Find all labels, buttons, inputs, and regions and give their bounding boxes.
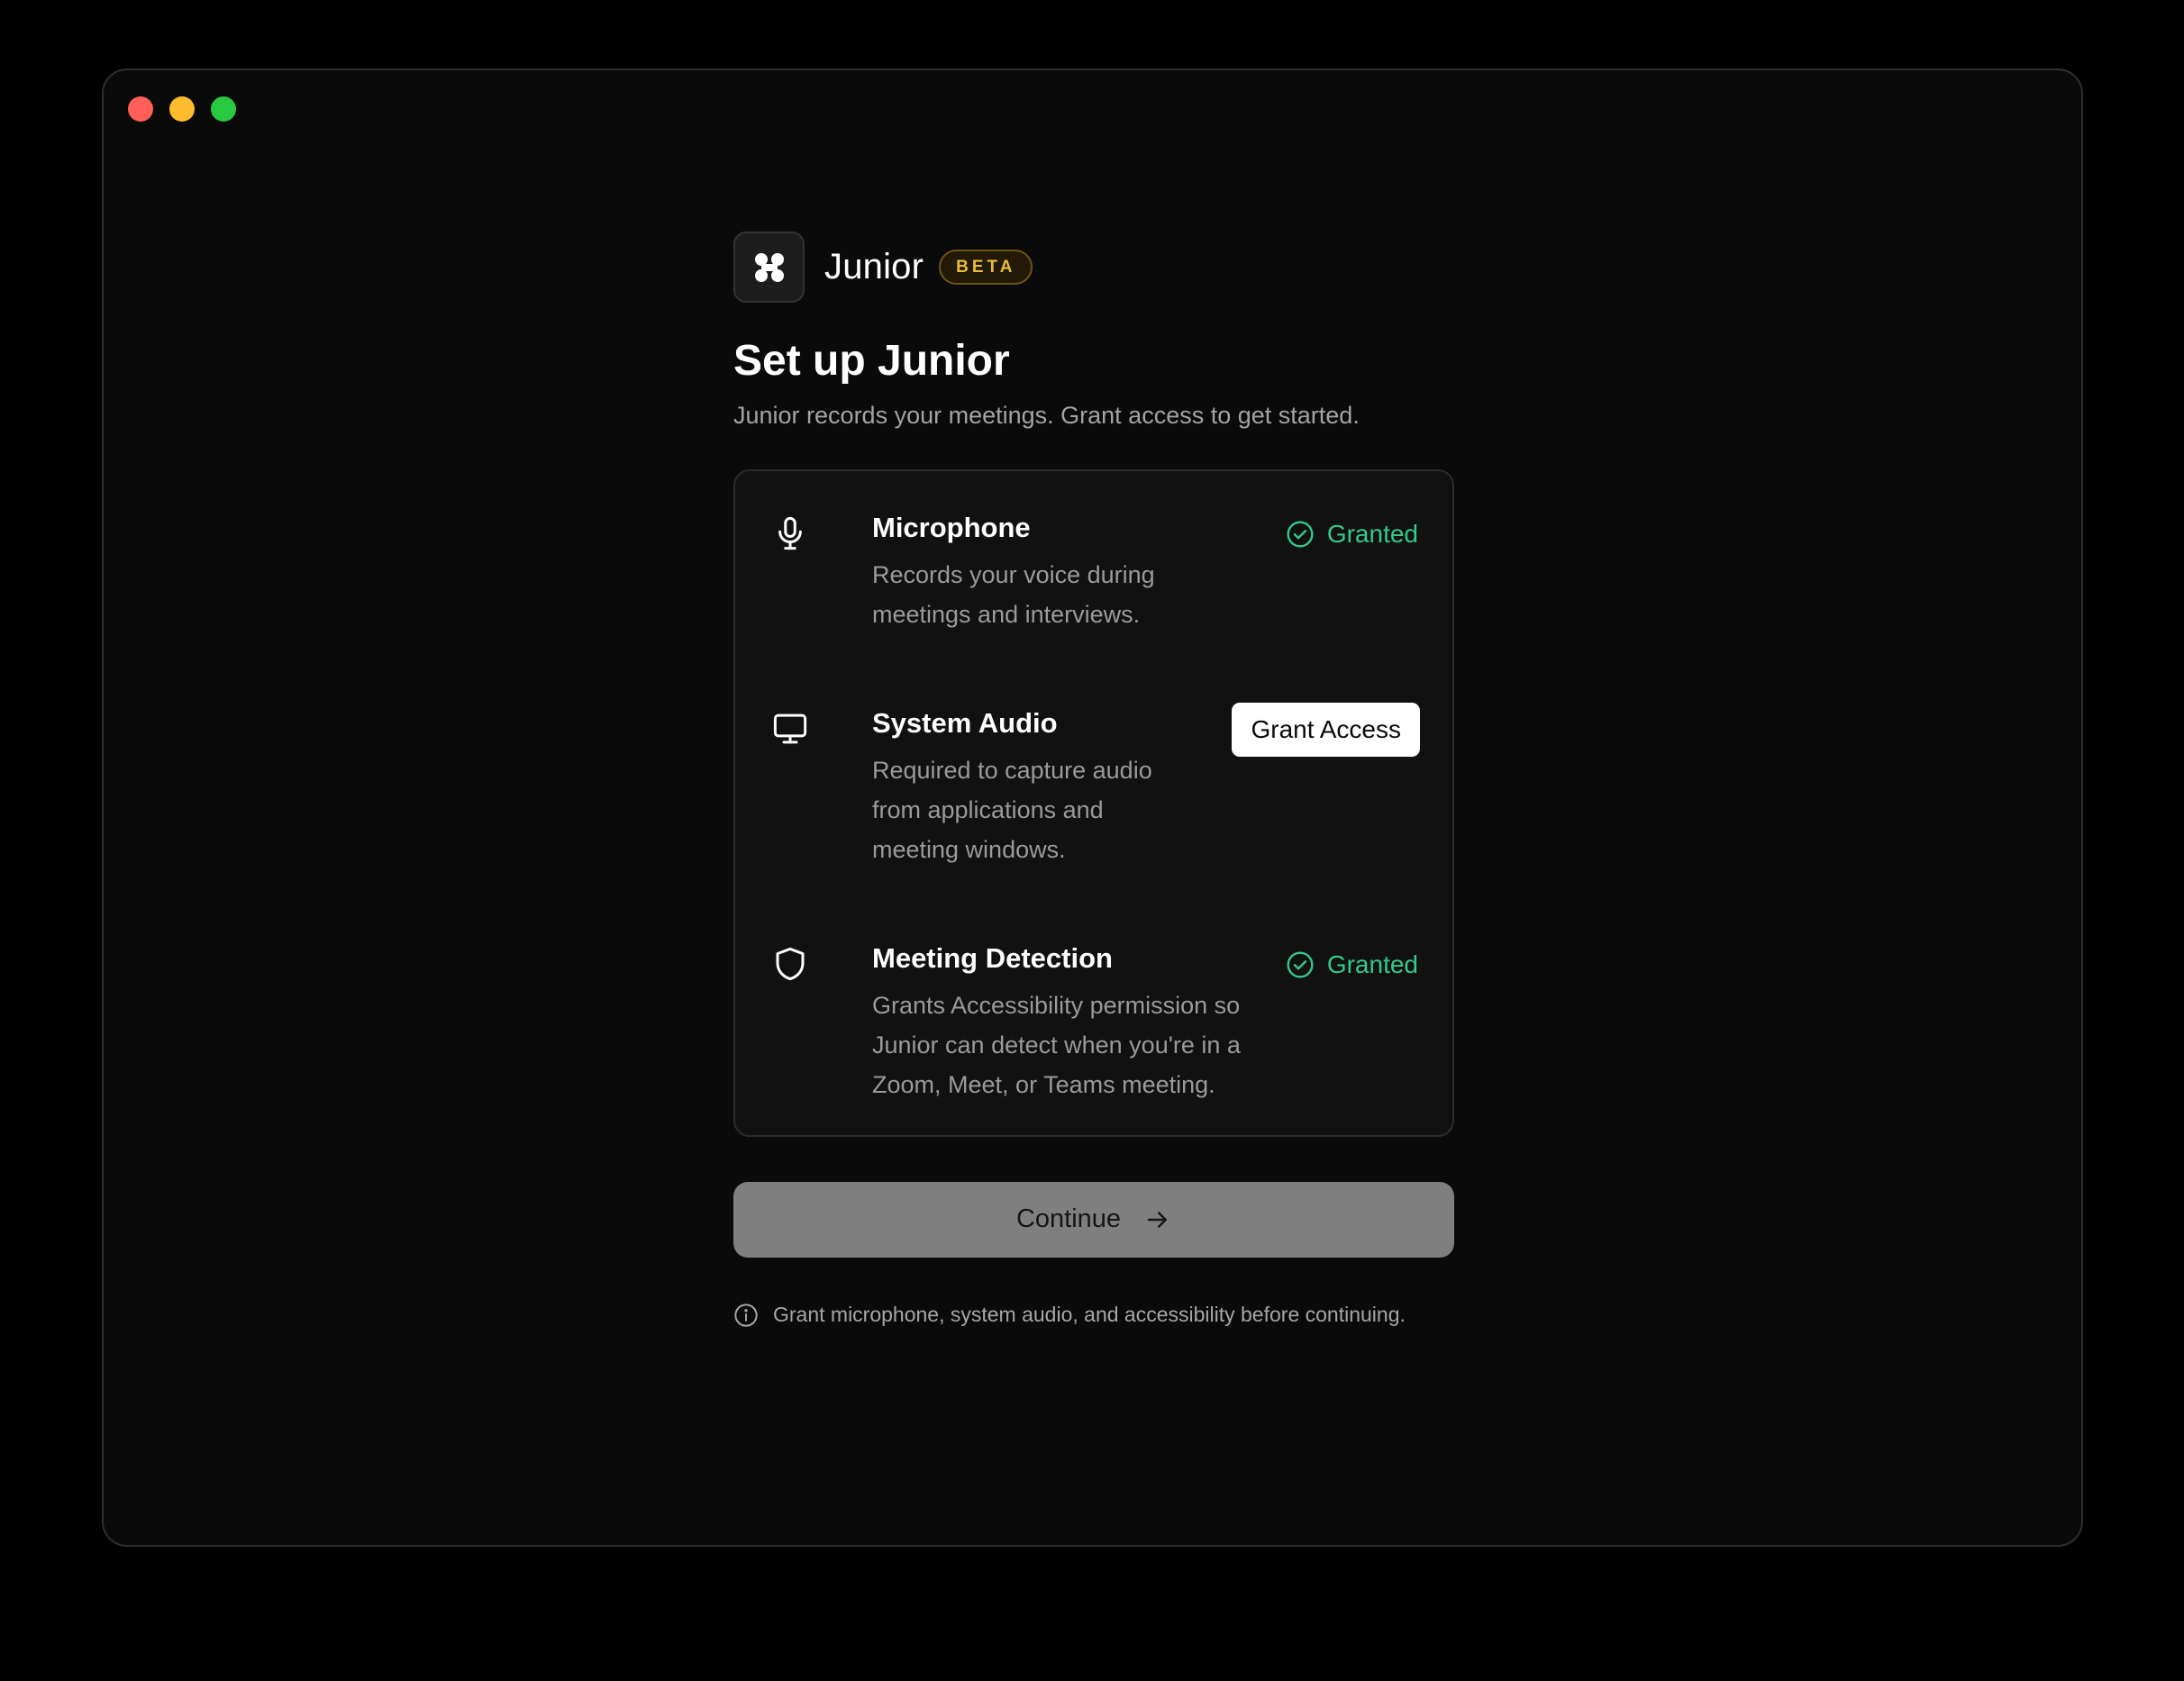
granted-status: Granted	[1286, 520, 1418, 549]
grant-access-button[interactable]: Grant Access	[1232, 703, 1420, 758]
app-name: Junior	[824, 247, 924, 286]
permission-meeting-detection: Meeting Detection Grants Accessibility p…	[771, 941, 1418, 1104]
continue-hint: Grant microphone, system audio, and acce…	[733, 1303, 1454, 1328]
app-window: Junior BETA Set up Junior Junior records…	[102, 68, 2083, 1547]
monitor-icon	[771, 710, 809, 748]
page-title: Set up Junior	[733, 337, 1010, 385]
permissions-card: Microphone Records your voice during mee…	[733, 469, 1454, 1137]
permission-system-audio: System Audio Required to capture audio f…	[771, 703, 1420, 869]
setup-panel: Junior BETA Set up Junior Junior records…	[733, 231, 1454, 1328]
permission-title: System Audio	[872, 707, 1058, 740]
check-circle-icon	[1287, 951, 1314, 978]
window-controls	[128, 96, 236, 122]
permission-description: Grants Accessibility permission so Junio…	[872, 991, 1241, 1098]
permission-title: Meeting Detection	[872, 941, 1113, 974]
check-circle-icon	[1287, 521, 1314, 548]
permission-description: Records your voice during meetings and i…	[872, 561, 1155, 629]
zoom-button[interactable]	[211, 96, 236, 122]
granted-label: Granted	[1326, 950, 1418, 978]
info-icon	[734, 1303, 758, 1327]
arrow-right-icon	[1147, 1211, 1168, 1228]
brand-header: Junior BETA	[733, 231, 1454, 304]
granted-label: Granted	[1326, 520, 1418, 549]
microphone-icon	[771, 514, 809, 552]
continue-button[interactable]: Continue	[733, 1181, 1454, 1258]
app-logo	[733, 232, 805, 303]
four-dots-icon	[754, 252, 784, 282]
permission-microphone: Microphone Records your voice during mee…	[771, 511, 1418, 634]
permission-description: Required to capture audio from applicati…	[872, 756, 1152, 863]
continue-label: Continue	[1015, 1204, 1122, 1234]
beta-badge: BETA	[939, 250, 1033, 285]
minimize-button[interactable]	[169, 96, 195, 122]
close-button[interactable]	[128, 96, 153, 122]
shield-icon	[771, 945, 809, 983]
permission-title: Microphone	[872, 512, 1031, 544]
hint-text: Grant microphone, system audio, and acce…	[773, 1303, 1406, 1327]
page-subtitle: Junior records your meetings. Grant acce…	[733, 402, 1360, 430]
granted-status: Granted	[1286, 950, 1418, 979]
